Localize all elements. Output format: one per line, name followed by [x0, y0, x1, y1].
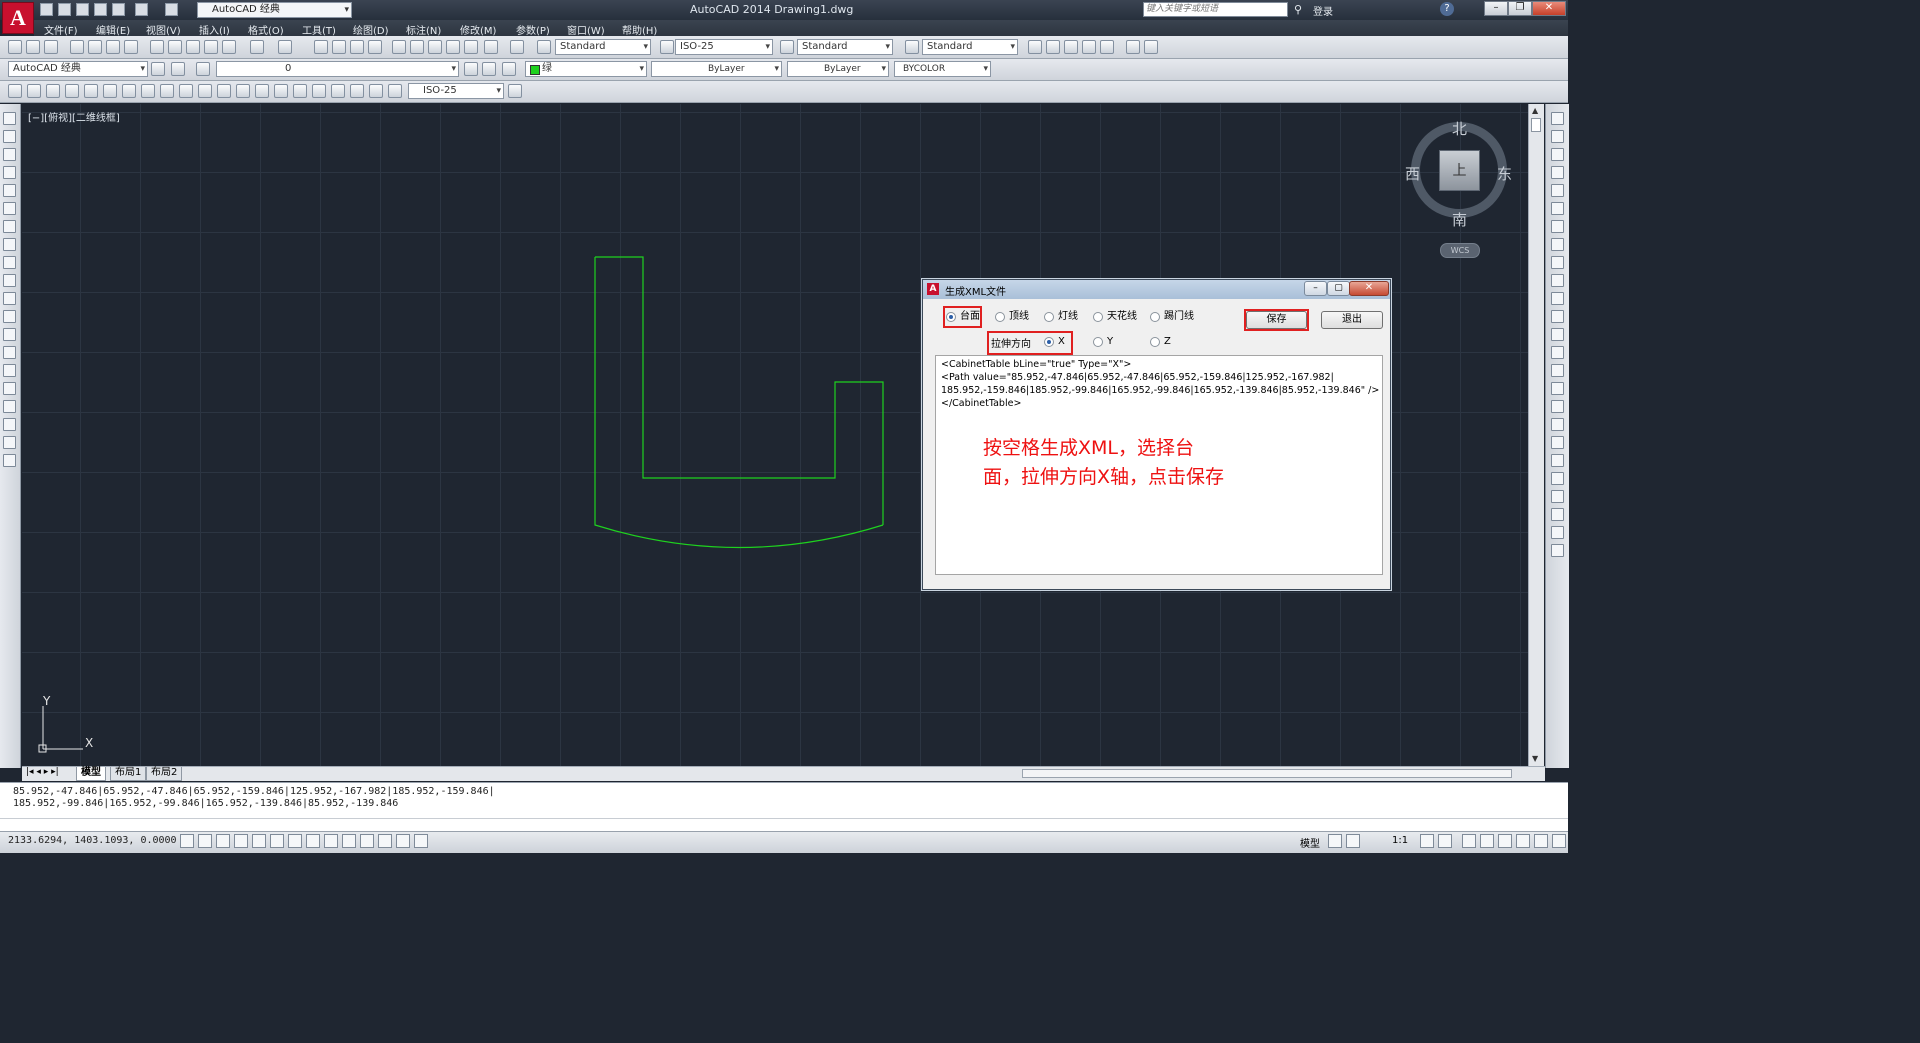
viewcube-top-face[interactable]: 上: [1439, 150, 1480, 191]
dialog-maximize-button[interactable]: ▢: [1327, 281, 1350, 296]
compass-east[interactable]: 东: [1497, 163, 1512, 184]
annotation-scale[interactable]: 1:1: [1392, 835, 1408, 846]
status-toggle-icon[interactable]: [1516, 834, 1530, 848]
radio-door-line[interactable]: 踢门线: [1150, 310, 1194, 324]
model-space-toggle[interactable]: 模型: [1300, 835, 1320, 850]
highlight-countertop: [943, 306, 982, 328]
command-history-line-2: 185.952,-99.846|165.952,-99.846|165.952,…: [13, 798, 399, 809]
status-toggle-icon[interactable]: [180, 834, 194, 848]
radio-top-line[interactable]: 顶线: [995, 310, 1029, 324]
radio-ceiling-line[interactable]: 天花线: [1093, 310, 1137, 324]
status-toggle-icon[interactable]: [270, 834, 284, 848]
status-toggle-icon[interactable]: [1534, 834, 1548, 848]
horizontal-scrollbar[interactable]: [1022, 769, 1512, 778]
dialog-app-icon: A: [927, 283, 939, 295]
layout-tab-strip: |◂ ◂ ▸ ▸| 模型 布局1 布局2: [22, 766, 1545, 781]
compass-north[interactable]: 北: [1452, 118, 1467, 139]
instruction-note-line-1: 按空格生成XML，选择台: [983, 437, 1194, 459]
status-toggle-icon[interactable]: [1552, 834, 1566, 848]
exit-button[interactable]: 退出: [1321, 311, 1383, 329]
status-toggle-icon[interactable]: [234, 834, 248, 848]
status-toggle-icon[interactable]: [396, 834, 410, 848]
status-toggle-icon[interactable]: [252, 834, 266, 848]
ucs-y-label: Y: [43, 694, 51, 708]
ucs-x-label: X: [85, 736, 94, 750]
status-toggle-icon[interactable]: [1438, 834, 1452, 848]
radio-direction-z[interactable]: Z: [1150, 335, 1171, 349]
xml-line-4: </CabinetTable>: [941, 398, 1022, 409]
coordinate-readout[interactable]: 2133.6294, 1403.1093, 0.0000: [8, 835, 177, 846]
compass-west[interactable]: 西: [1405, 163, 1420, 184]
status-toggle-icon[interactable]: [324, 834, 338, 848]
dialog-minimize-button[interactable]: –: [1304, 281, 1327, 296]
status-toggle-icon[interactable]: [378, 834, 392, 848]
status-toggle-icon[interactable]: [216, 834, 230, 848]
xml-line-1: <CabinetTable bLine="true" Type="X">: [941, 359, 1132, 370]
countertop-arc[interactable]: [594, 257, 884, 549]
xml-line-2: <Path value="85.952,-47.846|65.952,-47.8…: [941, 372, 1334, 383]
command-window[interactable]: 85.952,-47.846|65.952,-47.846|65.952,-15…: [0, 782, 1568, 831]
status-toggle-icon[interactable]: [1346, 834, 1360, 848]
xml-line-3: 185.952,-159.846|185.952,-99.846|165.952…: [941, 385, 1380, 396]
radio-direction-y[interactable]: Y: [1093, 335, 1113, 349]
tab-nav-arrows-icon[interactable]: |◂ ◂ ▸ ▸|: [26, 767, 59, 777]
countertop-outline[interactable]: [595, 256, 884, 525]
tab-layout2[interactable]: 布局2: [146, 767, 183, 781]
status-toggle-icon[interactable]: [198, 834, 212, 848]
status-toggle-icon[interactable]: [342, 834, 356, 848]
radio-light-line[interactable]: 灯线: [1044, 310, 1078, 324]
compass-south[interactable]: 南: [1452, 209, 1467, 230]
dialog-title: 生成XML文件: [945, 287, 1007, 298]
tab-layout1[interactable]: 布局1: [110, 767, 147, 781]
status-toggle-icon[interactable]: [360, 834, 374, 848]
status-toggle-icon[interactable]: [1420, 834, 1434, 848]
command-input[interactable]: [0, 818, 1568, 831]
status-toggle-icon[interactable]: [1480, 834, 1494, 848]
status-toggle-icon[interactable]: [306, 834, 320, 848]
instruction-note-line-2: 面，拉伸方向X轴，点击保存: [983, 466, 1225, 488]
status-toggle-icon[interactable]: [288, 834, 302, 848]
dialog-close-button[interactable]: ✕: [1349, 281, 1389, 296]
command-history-line-1: 85.952,-47.846|65.952,-47.846|65.952,-15…: [13, 786, 495, 797]
status-toggle-icon[interactable]: [1328, 834, 1342, 848]
tab-model[interactable]: 模型: [76, 767, 106, 781]
status-toggle-icon[interactable]: [1498, 834, 1512, 848]
wcs-menu[interactable]: WCS: [1440, 243, 1480, 258]
dialog-title-bar[interactable]: A 生成XML文件 – ▢ ✕: [923, 280, 1390, 299]
status-toggle-icon[interactable]: [1462, 834, 1476, 848]
status-toggle-icon[interactable]: [414, 834, 428, 848]
highlight-save: [1244, 309, 1309, 331]
highlight-direction: [987, 331, 1073, 355]
